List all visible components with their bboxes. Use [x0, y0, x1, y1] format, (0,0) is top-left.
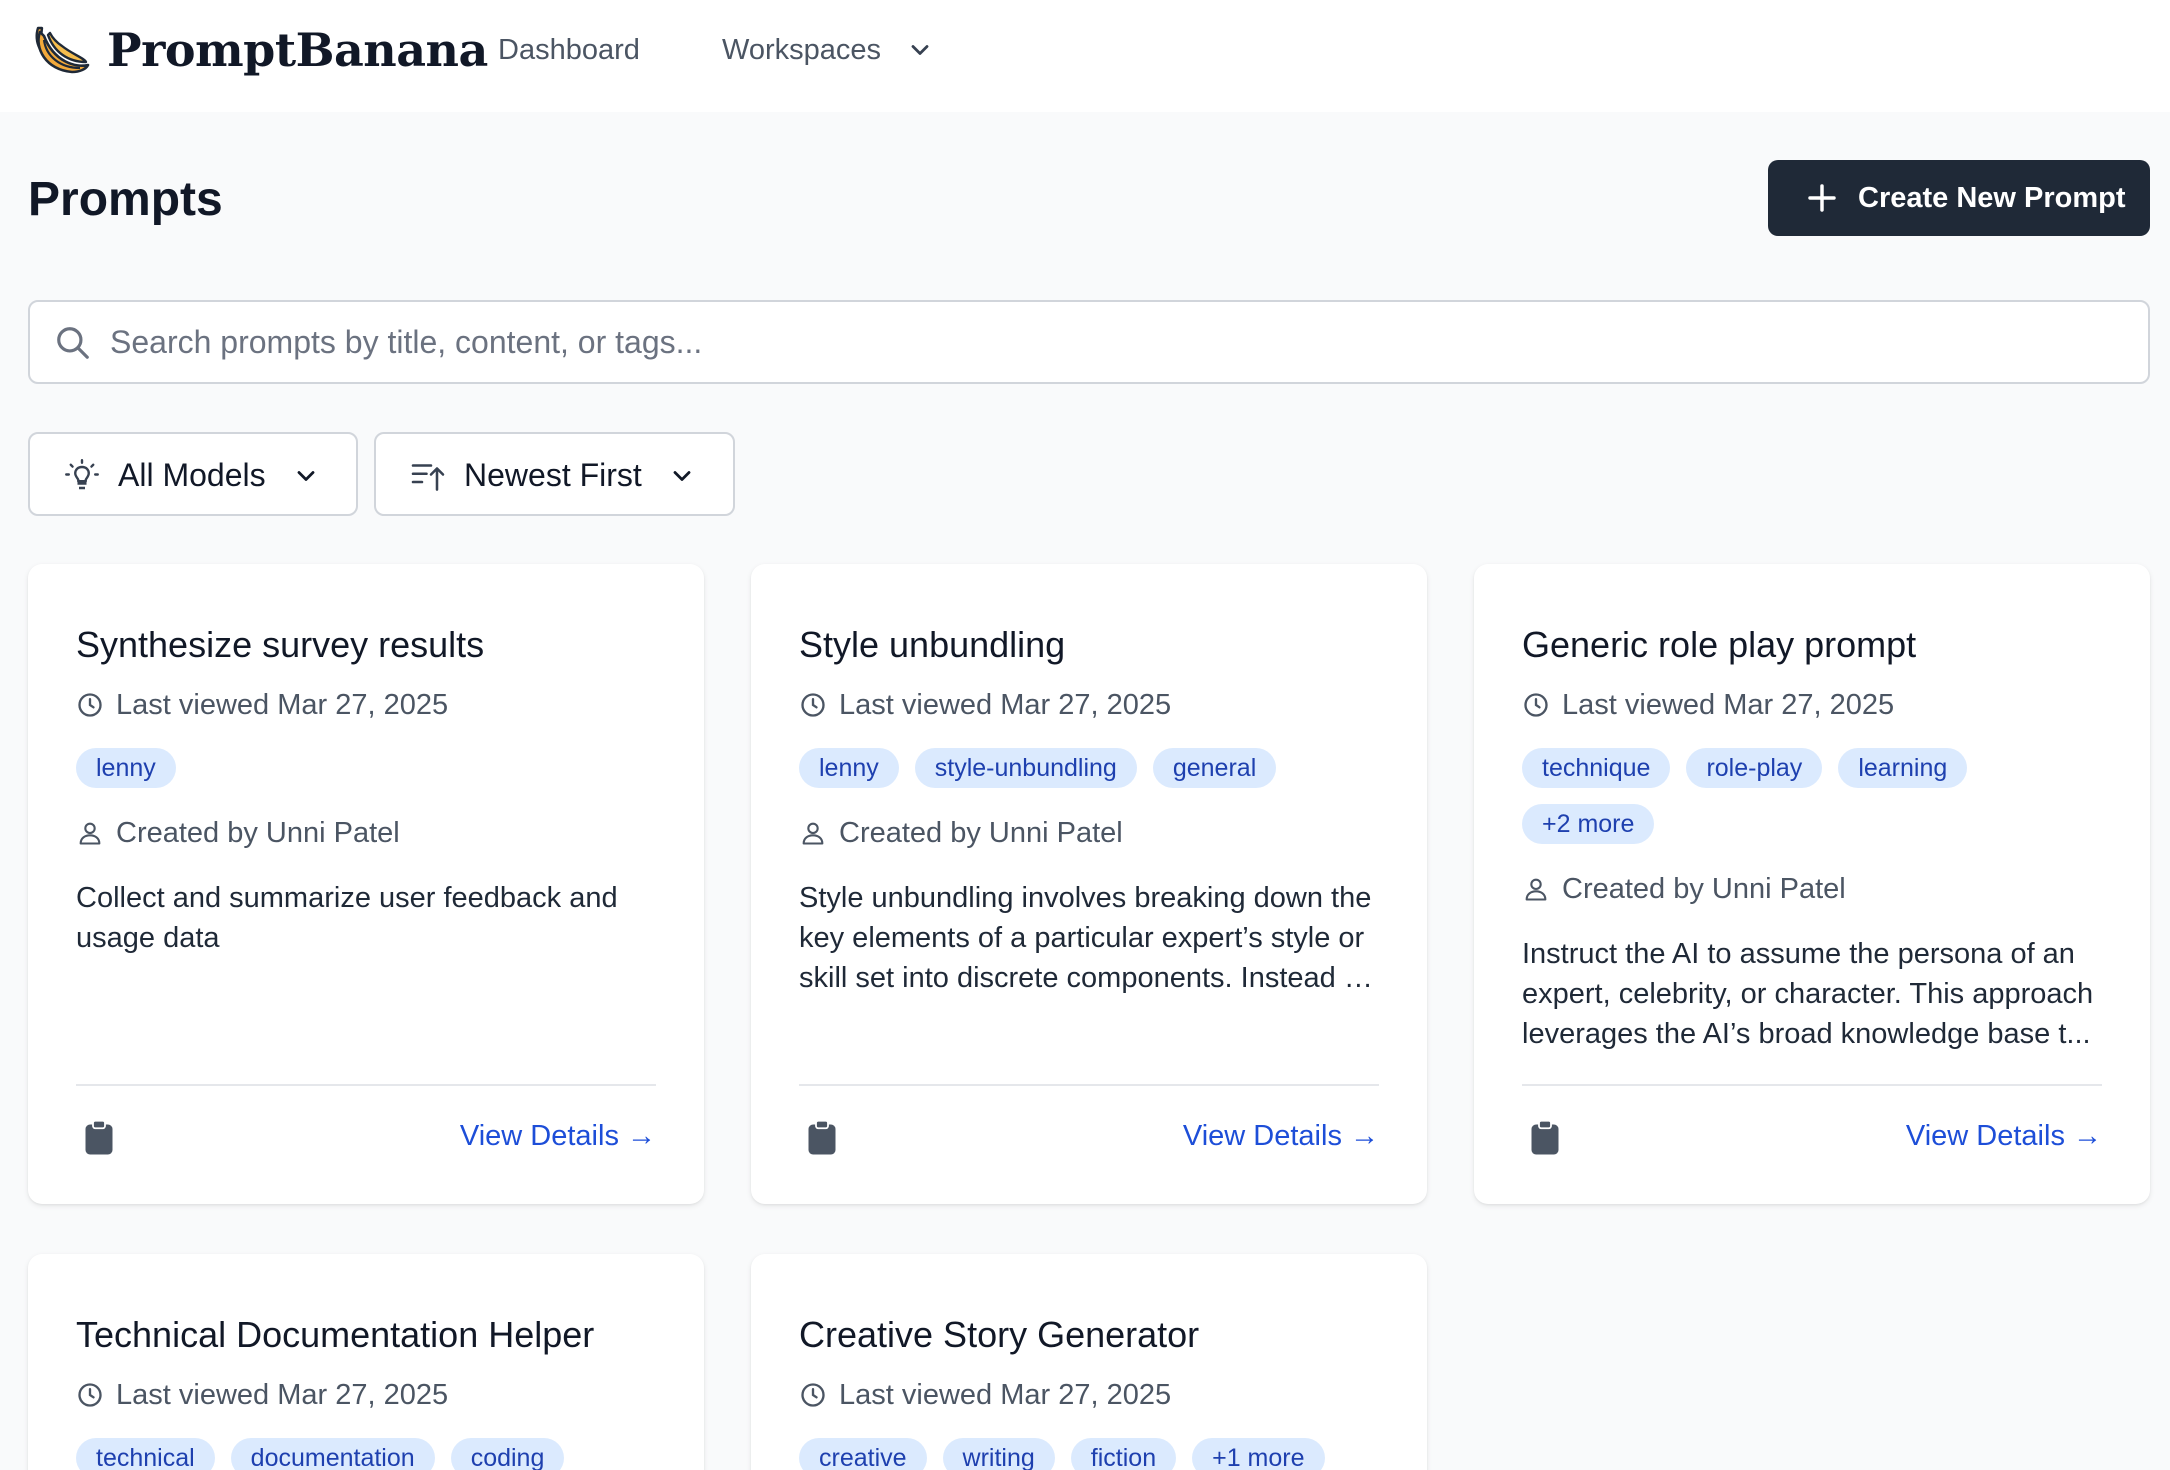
clipboard-copy-icon[interactable]: [807, 1120, 837, 1156]
tag[interactable]: fiction: [1070, 1438, 1177, 1470]
tag-list: lenny: [76, 748, 676, 788]
clipboard-copy-icon[interactable]: [1530, 1120, 1560, 1156]
created-by-text: Created by Unni Patel: [116, 817, 400, 849]
prompt-card[interactable]: Creative Story Generator Last viewed Mar…: [751, 1254, 1427, 1470]
clipboard-copy-icon[interactable]: [84, 1120, 114, 1156]
description-line: usage data: [76, 922, 220, 954]
clock-icon: [1524, 693, 1548, 717]
last-viewed-text: Last viewed Mar 27, 2025: [116, 689, 449, 721]
page-title: Prompts: [28, 173, 223, 226]
chevron-down-icon[interactable]: [906, 36, 934, 64]
card-divider: [1522, 1084, 2102, 1086]
prompt-card[interactable]: Style unbundling Last viewed Mar 27, 202…: [751, 564, 1427, 1204]
clock-icon: [801, 693, 825, 717]
sort-ascending-icon: [411, 464, 445, 491]
tag[interactable]: coding: [450, 1438, 565, 1470]
tag[interactable]: general: [1152, 748, 1277, 788]
card-divider: [76, 1084, 656, 1086]
prompt-card[interactable]: Synthesize survey results Last viewed Ma…: [28, 564, 704, 1204]
clock-icon: [801, 1383, 825, 1407]
description-line: skill set into discrete components. Inst…: [799, 962, 1373, 994]
model-filter-dropdown[interactable]: All Models: [28, 432, 358, 516]
prompt-title[interactable]: Generic role play prompt: [1522, 622, 1916, 668]
last-viewed-text: Last viewed Mar 27, 2025: [839, 689, 1172, 721]
description-line: key elements of a particular expert’s st…: [799, 922, 1365, 954]
prompt-title[interactable]: Style unbundling: [799, 622, 1065, 668]
tag[interactable]: style-unbundling: [914, 748, 1137, 788]
prompt-description: Style unbundling involves breaking down …: [799, 878, 1389, 998]
last-viewed-text: Last viewed Mar 27, 2025: [839, 1379, 1172, 1411]
create-button-label: Create New Prompt: [1858, 182, 2126, 214]
last-viewed-text: Last viewed Mar 27, 2025: [1562, 689, 1895, 721]
created-by-text: Created by Unni Patel: [1562, 873, 1846, 905]
tag[interactable]: writing: [942, 1438, 1055, 1470]
user-icon: [802, 822, 824, 845]
search-input[interactable]: [110, 316, 2100, 368]
tag[interactable]: technical: [76, 1438, 215, 1470]
create-new-prompt-button[interactable]: Create New Prompt: [1768, 160, 2150, 236]
chevron-down-icon: [673, 471, 691, 481]
prompt-card[interactable]: Generic role play prompt Last viewed Mar…: [1474, 564, 2150, 1204]
sort-order-dropdown[interactable]: Newest First: [374, 432, 735, 516]
tag[interactable]: lenny: [799, 748, 899, 788]
description-line: Collect and summarize user feedback and: [76, 882, 618, 914]
description-line: expert, celebrity, or character. This ap…: [1522, 978, 2094, 1010]
description-line: leverages the AI’s broad knowledge base …: [1522, 1018, 2091, 1050]
card-divider: [799, 1084, 1379, 1086]
tag-list: creative writing fiction +1 more: [799, 1438, 1399, 1470]
more-tags-badge[interactable]: +2 more: [1522, 804, 1655, 844]
prompt-title[interactable]: Creative Story Generator: [799, 1312, 1199, 1358]
plus-icon: [1808, 184, 1836, 212]
tag-list: lenny style-unbundling general: [799, 748, 1399, 788]
tag[interactable]: lenny: [76, 748, 176, 788]
search-icon: [57, 327, 89, 359]
tag[interactable]: learning: [1838, 748, 1968, 788]
clock-icon: [78, 1383, 102, 1407]
description-line: Style unbundling involves breaking down …: [799, 882, 1372, 914]
tag-list: technique role-play learning +2 more: [1522, 748, 2042, 844]
sort-order-label: Newest First: [464, 457, 642, 493]
prompt-card[interactable]: Technical Documentation Helper Last view…: [28, 1254, 704, 1470]
view-details-link[interactable]: View Details →: [460, 1117, 656, 1155]
prompt-description: Collect and summarize user feedback and …: [76, 878, 666, 958]
model-filter-label: All Models: [118, 457, 266, 493]
nav-workspaces-link[interactable]: Workspaces: [722, 30, 881, 70]
user-icon: [1525, 878, 1547, 901]
brand-name[interactable]: PromptBanana: [107, 18, 488, 82]
lightbulb-icon: [65, 459, 99, 490]
chevron-down-icon: [297, 471, 315, 481]
prompt-description: Instruct the AI to assume the persona of…: [1522, 934, 2112, 1054]
view-details-link[interactable]: View Details →: [1183, 1117, 1379, 1155]
last-viewed-text: Last viewed Mar 27, 2025: [116, 1379, 449, 1411]
search-bar: [28, 300, 2150, 384]
top-navigation: PromptBanana Dashboard Workspaces: [0, 0, 2170, 112]
created-by-text: Created by Unni Patel: [839, 817, 1123, 849]
tag[interactable]: technique: [1522, 748, 1671, 788]
clock-icon: [78, 693, 102, 717]
more-tags-badge[interactable]: +1 more: [1192, 1438, 1325, 1470]
banana-logo-icon[interactable]: [32, 22, 90, 80]
nav-dashboard-link[interactable]: Dashboard: [498, 30, 640, 70]
tag[interactable]: documentation: [230, 1438, 435, 1470]
tag-list: technical documentation coding: [76, 1438, 676, 1470]
tag[interactable]: creative: [799, 1438, 927, 1470]
description-line: Instruct the AI to assume the persona of…: [1522, 938, 2075, 970]
view-details-link[interactable]: View Details →: [1906, 1117, 2102, 1155]
user-icon: [79, 822, 101, 845]
prompt-title[interactable]: Technical Documentation Helper: [76, 1312, 594, 1358]
prompt-title[interactable]: Synthesize survey results: [76, 622, 484, 668]
tag[interactable]: role-play: [1686, 748, 1823, 788]
